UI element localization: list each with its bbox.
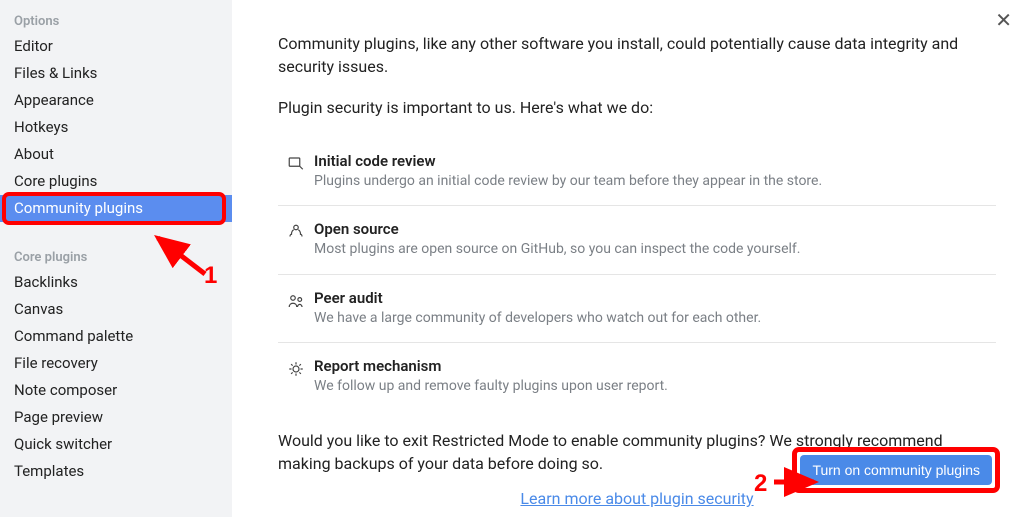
feature-desc: Most plugins are open source on GitHub, …	[314, 240, 996, 260]
feature-desc: We have a large community of developers …	[314, 309, 996, 329]
feature-row-peer-audit: Peer audit We have a large community of …	[278, 275, 996, 344]
sidebar-item-quick-switcher[interactable]: Quick switcher	[0, 431, 232, 458]
sidebar-item-label: Page preview	[14, 408, 103, 426]
sidebar-item-page-preview[interactable]: Page preview	[0, 404, 232, 431]
sidebar-item-label: Command palette	[14, 327, 133, 345]
sidebar-item-file-recovery[interactable]: File recovery	[0, 350, 232, 377]
sidebar-item-command-palette[interactable]: Command palette	[0, 323, 232, 350]
feature-desc: Plugins undergo an initial code review b…	[314, 172, 996, 192]
feature-title: Report mechanism	[314, 357, 996, 375]
close-button[interactable]: ✕	[995, 8, 1012, 32]
feature-row-report: Report mechanism We follow up and remove…	[278, 343, 996, 411]
sidebar-item-label: About	[14, 145, 54, 163]
code-review-icon	[278, 152, 314, 173]
feature-desc: We follow up and remove faulty plugins u…	[314, 377, 996, 397]
action-row: Turn on community plugins	[792, 447, 1000, 493]
open-source-icon	[278, 220, 314, 241]
sidebar-item-templates[interactable]: Templates	[0, 458, 232, 485]
sidebar-item-label: Files & Links	[14, 64, 97, 82]
sidebar-item-hotkeys[interactable]: Hotkeys	[0, 114, 232, 141]
sidebar-item-note-composer[interactable]: Note composer	[0, 377, 232, 404]
sidebar-item-label: Editor	[14, 37, 53, 55]
report-icon	[278, 357, 314, 378]
feature-list: Initial code review Plugins undergo an i…	[278, 138, 996, 411]
sidebar-item-canvas[interactable]: Canvas	[0, 296, 232, 323]
sidebar-item-label: Templates	[14, 462, 84, 480]
feature-title: Peer audit	[314, 289, 996, 307]
sidebar-item-label: Canvas	[14, 300, 63, 318]
sidebar-item-label: File recovery	[14, 354, 98, 372]
sidebar-item-label: Note composer	[14, 381, 117, 399]
sidebar-item-label: Core plugins	[14, 172, 97, 190]
sidebar-group-title-core-plugins: Core plugins	[0, 244, 232, 269]
sidebar-item-label: Quick switcher	[14, 435, 112, 453]
sidebar-item-appearance[interactable]: Appearance	[0, 87, 232, 114]
settings-content: ✕ Community plugins, like any other soft…	[232, 0, 1024, 517]
security-paragraph: Plugin security is important to us. Here…	[278, 96, 996, 119]
sidebar-item-backlinks[interactable]: Backlinks	[0, 269, 232, 296]
turn-on-community-plugins-button[interactable]: Turn on community plugins	[800, 455, 992, 485]
sidebar-item-label: Hotkeys	[14, 118, 68, 136]
feature-title: Initial code review	[314, 152, 996, 170]
sidebar-item-files-links[interactable]: Files & Links	[0, 60, 232, 87]
peer-audit-icon	[278, 289, 314, 310]
close-icon: ✕	[995, 8, 1012, 32]
sidebar-item-label: Appearance	[14, 91, 94, 109]
sidebar-item-label: Community plugins	[14, 199, 143, 217]
sidebar-item-label: Backlinks	[14, 273, 78, 291]
sidebar-item-editor[interactable]: Editor	[0, 33, 232, 60]
feature-row-code-review: Initial code review Plugins undergo an i…	[278, 138, 996, 207]
sidebar-group-title-options: Options	[0, 8, 232, 33]
sidebar-item-about[interactable]: About	[0, 141, 232, 168]
feature-row-open-source: Open source Most plugins are open source…	[278, 206, 996, 275]
settings-sidebar: Options Editor Files & Links Appearance …	[0, 0, 232, 517]
learn-more-link[interactable]: Learn more about plugin security	[520, 489, 753, 508]
annotation-highlight-box: Turn on community plugins	[792, 447, 1000, 493]
sidebar-item-core-plugins[interactable]: Core plugins	[0, 168, 232, 195]
intro-paragraph: Community plugins, like any other softwa…	[278, 32, 996, 78]
feature-title: Open source	[314, 220, 996, 238]
sidebar-item-community-plugins[interactable]: Community plugins	[0, 195, 232, 222]
